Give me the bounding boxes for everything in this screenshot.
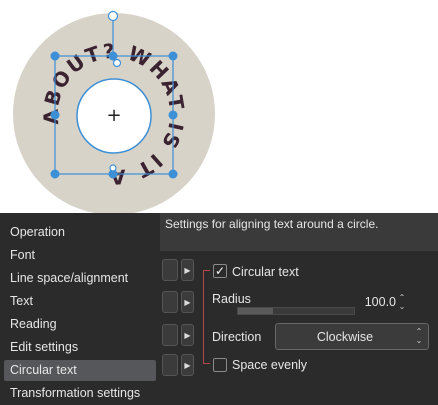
play-icon: ▶	[184, 265, 191, 275]
handle-bottom-left[interactable]	[50, 169, 60, 179]
spin-down-icon[interactable]: ⌄	[397, 302, 407, 311]
radius-spinner[interactable]: ⌃ ⌄	[397, 293, 407, 313]
rotation-handle[interactable]	[107, 10, 119, 22]
radius-handle[interactable]	[112, 58, 122, 68]
handle-top-right[interactable]	[168, 51, 178, 61]
menu-item-font[interactable]: Font	[4, 245, 156, 266]
menu-item-text[interactable]: Text	[4, 291, 156, 312]
property-lock-toggle[interactable]	[162, 354, 178, 376]
direction-value: Clockwise	[316, 330, 374, 344]
canvas-svg[interactable]: ABOUT? WHAT IS IT ALL +	[0, 0, 438, 213]
handle-middle-left[interactable]	[50, 110, 60, 120]
menu-item-operation[interactable]: Operation	[4, 222, 156, 243]
property-lock-toggle[interactable]	[162, 324, 178, 346]
canvas-area[interactable]: ABOUT? WHAT IS IT ALL +	[0, 0, 438, 213]
menu-item-circular-text[interactable]: Circular text	[4, 360, 156, 381]
expand-radius-button[interactable]: ▶	[181, 291, 194, 313]
center-marker: +	[106, 105, 121, 126]
chevron-up-icon: ⌃	[415, 327, 423, 336]
expand-circular-text-button[interactable]: ▶	[181, 259, 194, 281]
handle-middle-right[interactable]	[168, 110, 178, 120]
group-bracket	[203, 270, 210, 364]
spin-up-icon[interactable]: ⌃	[397, 293, 407, 302]
handle-bottom-pivot[interactable]	[109, 164, 117, 172]
space-evenly-checkbox[interactable]	[213, 358, 227, 372]
property-lock-toggle[interactable]	[162, 291, 178, 313]
menu-item-reading[interactable]: Reading	[4, 314, 156, 335]
expand-direction-button[interactable]: ▶	[181, 324, 194, 346]
direction-select[interactable]: Clockwise ⌃ ⌄	[275, 323, 429, 350]
circular-text-checkbox[interactable]: ✓	[213, 264, 227, 278]
handle-top-center[interactable]	[108, 51, 118, 61]
circular-text-label: Circular text	[232, 265, 299, 279]
settings-panel: Operation Font Line space/alignment Text…	[0, 213, 438, 405]
menu-item-transformation-settings[interactable]: Transformation settings	[4, 383, 156, 404]
menu-item-line-space-alignment[interactable]: Line space/alignment	[4, 268, 156, 289]
space-evenly-label: Space evenly	[232, 358, 308, 372]
play-icon: ▶	[184, 330, 191, 340]
chevron-down-icon: ⌄	[415, 336, 423, 345]
panel-description: Settings for aligning text around a circ…	[160, 213, 438, 251]
property-lock-toggle[interactable]	[162, 259, 178, 281]
expand-space-evenly-button[interactable]: ▶	[181, 354, 194, 376]
handle-bottom-right[interactable]	[168, 169, 178, 179]
radius-value[interactable]: 100.0	[362, 295, 396, 309]
radius-label: Radius	[212, 292, 251, 306]
handle-top-left[interactable]	[50, 51, 60, 61]
menu-item-edit-settings[interactable]: Edit settings	[4, 337, 156, 358]
play-icon: ▶	[184, 297, 191, 307]
radius-slider-fill	[238, 308, 273, 314]
play-icon: ▶	[184, 360, 191, 370]
radius-slider[interactable]	[237, 307, 355, 315]
chevron-updown-icon: ⌃ ⌄	[414, 327, 424, 345]
check-icon: ✓	[214, 264, 226, 278]
direction-label: Direction	[212, 330, 262, 344]
